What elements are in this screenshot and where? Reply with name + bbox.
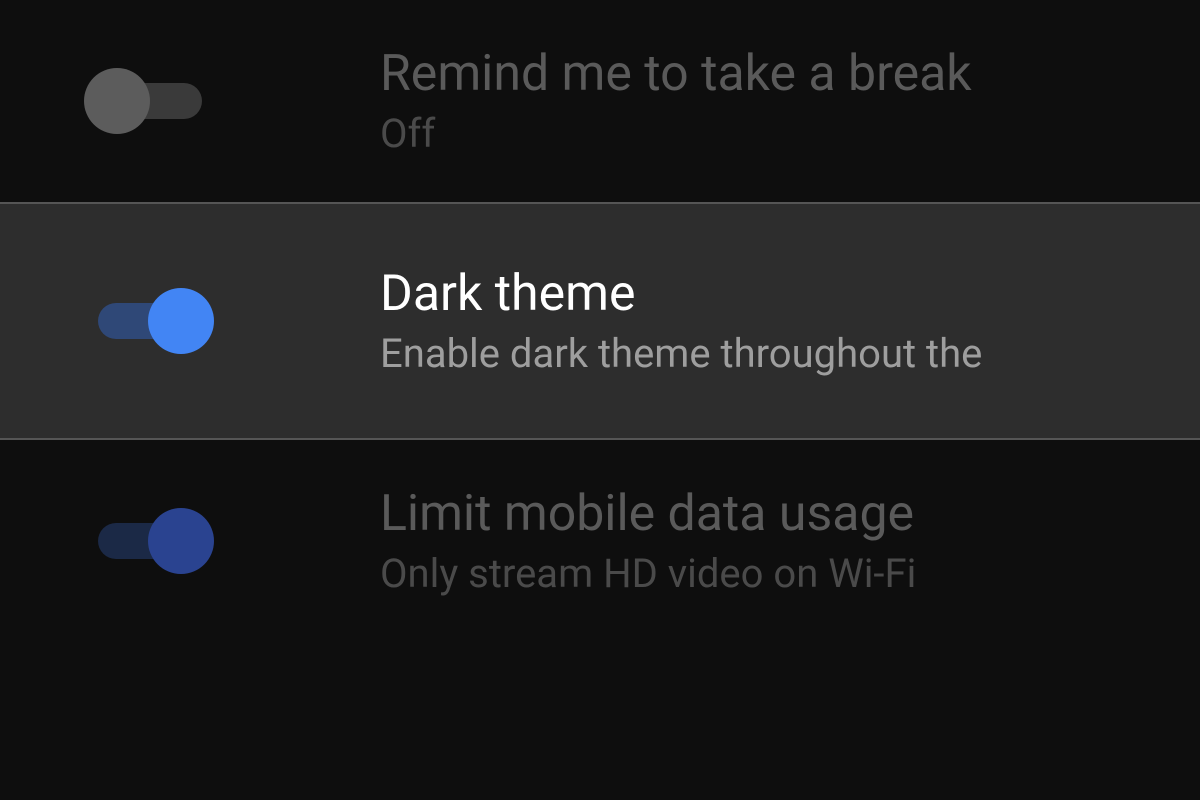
setting-row-limit-data[interactable]: Limit mobile data usage Only stream HD v… (0, 440, 1200, 642)
setting-subtitle: Off (380, 110, 972, 158)
toggle-dark-theme[interactable] (90, 296, 210, 346)
setting-row-remind-break[interactable]: Remind me to take a break Off (0, 0, 1200, 202)
setting-row-dark-theme[interactable]: Dark theme Enable dark theme throughout … (0, 202, 1200, 440)
setting-title: Limit mobile data usage (380, 484, 916, 544)
toggle-remind-break[interactable] (90, 76, 210, 126)
toggle-knob (148, 508, 214, 574)
setting-text: Remind me to take a break Off (380, 44, 972, 158)
setting-title: Dark theme (380, 264, 982, 324)
setting-title: Remind me to take a break (380, 44, 972, 104)
setting-subtitle: Enable dark theme throughout the (380, 330, 982, 378)
setting-subtitle: Only stream HD video on Wi-Fi (380, 550, 916, 598)
setting-text: Dark theme Enable dark theme throughout … (380, 264, 982, 378)
settings-list: Remind me to take a break Off Dark theme… (0, 0, 1200, 800)
toggle-limit-data[interactable] (90, 516, 210, 566)
toggle-knob (84, 68, 150, 134)
toggle-knob (148, 288, 214, 354)
setting-text: Limit mobile data usage Only stream HD v… (380, 484, 916, 598)
